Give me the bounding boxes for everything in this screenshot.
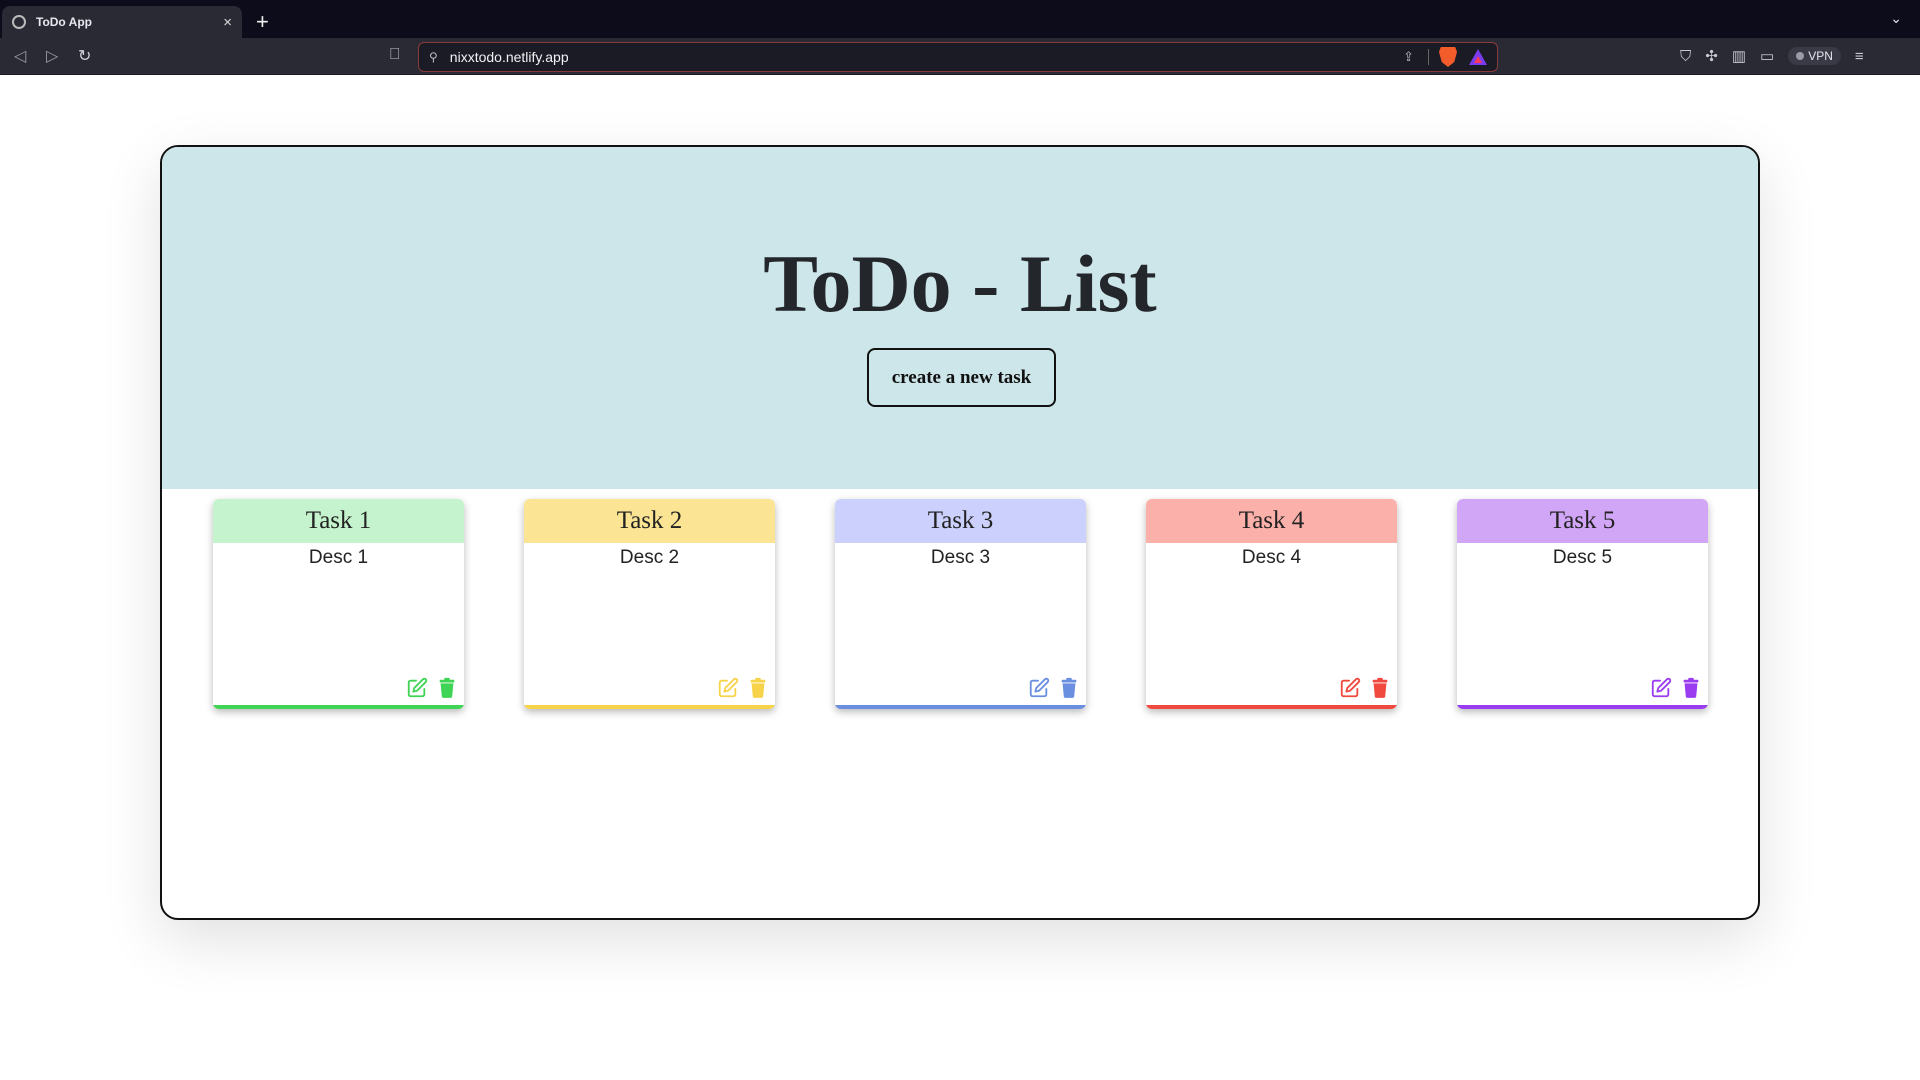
close-icon[interactable]: ×: [223, 14, 232, 31]
task-title: Task 5: [1457, 499, 1708, 543]
browser-tab[interactable]: ToDo App ×: [2, 6, 242, 38]
task-description: Desc 5: [1552, 547, 1613, 568]
task-accent-bar: [1146, 705, 1397, 709]
trash-icon[interactable]: [747, 677, 769, 699]
task-accent-bar: [835, 705, 1086, 709]
trash-icon[interactable]: [1058, 677, 1080, 699]
task-description: Desc 1: [308, 547, 369, 568]
edit-icon[interactable]: [1650, 677, 1672, 699]
create-task-button[interactable]: create a new task: [867, 348, 1056, 407]
task-accent-bar: [524, 705, 775, 709]
task-card: Task 1 Desc 1: [213, 499, 464, 709]
vpn-status-icon: [1796, 52, 1805, 60]
task-actions: [1339, 677, 1391, 699]
browser-toolbar: ◁ ▷ ↻ ⎕ ⚲ nixxtodo.netlify.app ⇪ ⛉ ✣ ▥ ▭…: [0, 38, 1920, 75]
reload-icon[interactable]: ↻: [78, 46, 91, 66]
task-title: Task 1: [213, 499, 464, 543]
page-title: ToDo - List: [763, 238, 1157, 329]
task-actions: [406, 677, 458, 699]
new-tab-icon[interactable]: +: [256, 8, 269, 36]
task-actions: [1650, 677, 1702, 699]
task-description: Desc 4: [1241, 547, 1302, 568]
extensions-icon[interactable]: ✣: [1705, 47, 1718, 65]
site-settings-icon[interactable]: ⚲: [429, 50, 438, 64]
task-list: Task 1 Desc 1 Task 2 Desc 2 Task 3 Desc 3 Task…: [213, 499, 1713, 709]
trash-icon[interactable]: [1680, 677, 1702, 699]
task-accent-bar: [213, 705, 464, 709]
vpn-label: VPN: [1808, 49, 1833, 63]
divider: [1428, 49, 1429, 65]
globe-icon: [12, 15, 26, 29]
edit-icon[interactable]: [717, 677, 739, 699]
task-description: Desc 3: [930, 547, 991, 568]
url-text: nixxtodo.netlify.app: [449, 49, 569, 65]
shield-icon[interactable]: ⛉: [1680, 48, 1691, 65]
chevron-down-icon[interactable]: ⌄: [1890, 10, 1902, 27]
tab-title: ToDo App: [36, 15, 92, 29]
trash-icon[interactable]: [436, 677, 458, 699]
task-card: Task 3 Desc 3: [835, 499, 1086, 709]
task-title: Task 3: [835, 499, 1086, 543]
browser-tab-bar: ToDo App × + ⌄: [0, 0, 1920, 38]
share-icon[interactable]: ⇪: [1403, 49, 1414, 65]
toolbar-right: ⛉ ✣ ▥ ▭ VPN ≡: [1680, 47, 1864, 65]
task-card: Task 5 Desc 5: [1457, 499, 1708, 709]
task-actions: [717, 677, 769, 699]
menu-icon[interactable]: ≡: [1855, 48, 1864, 65]
wallet-icon[interactable]: ▭: [1760, 47, 1774, 65]
vpn-button[interactable]: VPN: [1788, 47, 1841, 65]
task-actions: [1028, 677, 1080, 699]
edit-icon[interactable]: [1339, 677, 1361, 699]
brave-shields-icon[interactable]: [1439, 47, 1457, 67]
task-title: Task 4: [1146, 499, 1397, 543]
bookmark-icon[interactable]: ⎕: [390, 46, 400, 64]
task-description: Desc 2: [619, 547, 680, 568]
task-card: Task 4 Desc 4: [1146, 499, 1397, 709]
edit-icon[interactable]: [1028, 677, 1050, 699]
forward-icon[interactable]: ▷: [46, 46, 58, 66]
task-card: Task 2 Desc 2: [524, 499, 775, 709]
address-bar[interactable]: ⚲ nixxtodo.netlify.app ⇪: [418, 42, 1498, 72]
edit-icon[interactable]: [406, 677, 428, 699]
task-title: Task 2: [524, 499, 775, 543]
task-accent-bar: [1457, 705, 1708, 709]
todo-app-container: ToDo - List create a new task Task 1 Desc…: [160, 145, 1760, 920]
sidebar-icon[interactable]: ▥: [1732, 47, 1746, 65]
brave-rewards-icon[interactable]: [1469, 49, 1487, 65]
trash-icon[interactable]: [1369, 677, 1391, 699]
back-icon[interactable]: ◁: [14, 46, 26, 66]
hero-section: ToDo - List create a new task: [162, 147, 1758, 489]
